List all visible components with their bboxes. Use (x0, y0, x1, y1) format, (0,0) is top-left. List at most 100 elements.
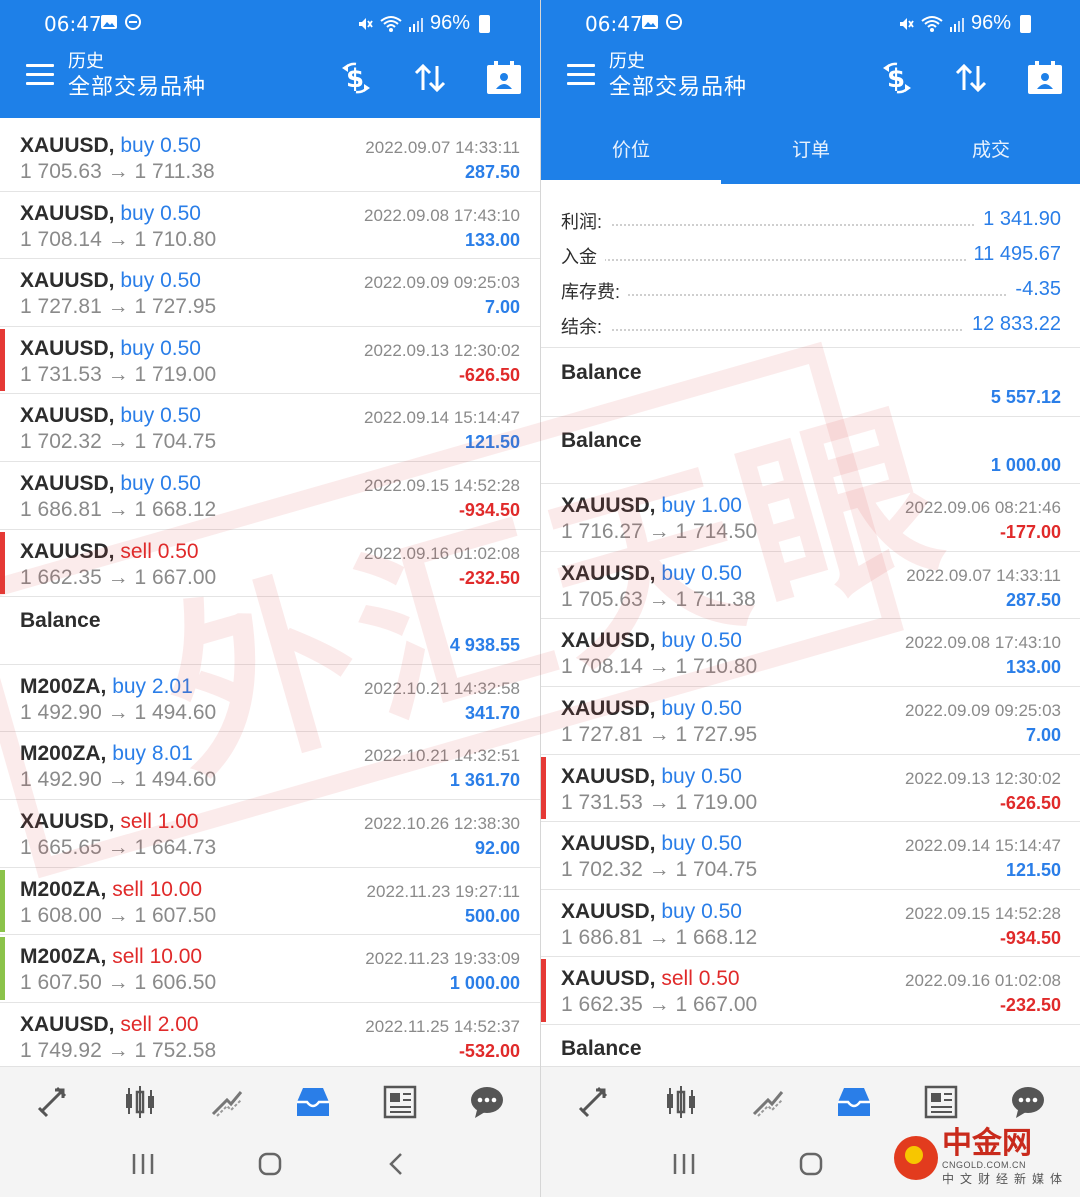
deal-row[interactable]: XAUUSD, sell 0.50 1 662.35 → 1 667.00 2022… (541, 957, 1080, 1025)
arrow-right-icon: → (107, 295, 129, 319)
deal-side: buy (120, 471, 155, 495)
deal-row[interactable]: M200ZA, buy 8.01 1 492.90 → 1 494.60 2022.… (0, 732, 540, 800)
logo-url: CNGOLD.COM.CN (941, 1160, 1026, 1170)
system-nav (0, 1136, 540, 1197)
nav-history-icon[interactable] (291, 1080, 335, 1124)
deal-close-price: 1 711.38 (134, 160, 215, 183)
deal-row[interactable]: XAUUSD, sell 0.50 1 662.35 → 1 667.00 2022… (0, 530, 540, 598)
header-title-box: 历史 全部交易品种 (68, 50, 206, 102)
deal-profit: -626.50 (999, 792, 1061, 813)
balance-row[interactable]: Balance 4 938.55 (0, 597, 540, 665)
summary-row-swap: 库存费: -4.35 (541, 268, 1080, 304)
deal-side: buy (120, 134, 155, 157)
deal-profit: -232.50 (999, 995, 1061, 1016)
nav-news-icon[interactable] (919, 1080, 963, 1124)
tab-positions[interactable]: 价位 (541, 118, 721, 184)
deal-profit: 1 000.00 (449, 973, 520, 994)
deal-close-price: 1 714.50 (675, 520, 758, 544)
recents-icon[interactable] (670, 1152, 698, 1181)
deal-open-price: 1 705.63 (20, 160, 102, 183)
dollar-swap-icon[interactable]: $ (877, 58, 917, 98)
deal-symbol: XAUUSD, (561, 629, 656, 653)
deal-row[interactable]: XAUUSD, buy 0.50 1 727.81 → 1 727.95 2022.… (0, 259, 540, 327)
deal-row[interactable]: XAUUSD, buy 0.50 1 686.81 → 1 668.12 2022.… (0, 462, 540, 530)
tab-deals[interactable]: 成交 (901, 118, 1080, 184)
nav-trade-icon[interactable] (205, 1080, 249, 1124)
deal-prices: 1 702.32 → 1 704.75 (20, 430, 216, 454)
deal-row[interactable]: XAUUSD, buy 0.50 1 705.63 → 1 711.38 2022.… (0, 124, 540, 192)
deal-row[interactable]: M200ZA, sell 10.00 1 607.50 → 1 606.50 202… (0, 935, 540, 1003)
cngold-logo: 中金网 CNGOLD.COM.CN 中文财经新媒体 (893, 1128, 1068, 1187)
mute-icon (899, 17, 914, 30)
deal-profit: 287.50 (464, 162, 520, 182)
deal-open-price: 1 702.32 (561, 858, 643, 882)
deal-row[interactable]: XAUUSD, buy 0.50 1 686.81 → 1 668.12 2022.… (541, 890, 1080, 958)
nav-chart-icon[interactable] (118, 1080, 162, 1124)
deal-row[interactable]: XAUUSD, buy 0.50 1 708.14 → 1 710.80 2022.… (541, 619, 1080, 687)
deal-row[interactable]: XAUUSD, sell 1.00 1 665.65 → 1 664.73 2022… (0, 800, 540, 868)
calendar-icon[interactable] (1025, 58, 1065, 98)
status-bar: 06:47 96% (541, 12, 1080, 38)
deal-row[interactable]: XAUUSD, buy 0.50 1 702.32 → 1 704.75 2022.… (0, 394, 540, 462)
nav-chart-icon[interactable] (659, 1080, 703, 1124)
arrow-right-icon: → (107, 362, 129, 386)
deal-symbol: XAUUSD, (20, 269, 115, 293)
deal-row[interactable]: XAUUSD, sell 2.00 1 749.92 → 1 752.58 2022… (0, 1003, 540, 1071)
nav-history-icon[interactable] (832, 1080, 876, 1124)
deal-row[interactable]: M200ZA, buy 2.01 1 492.90 → 1 494.60 2022.… (0, 665, 540, 733)
deal-row[interactable]: XAUUSD, buy 0.50 1 731.53 → 1 719.00 2022.… (541, 755, 1080, 823)
deal-row[interactable]: XAUUSD, buy 0.50 1 705.63 → 1 711.38 2022.… (541, 552, 1080, 620)
back-icon[interactable] (383, 1152, 411, 1181)
sort-icon[interactable] (410, 58, 450, 98)
balance-row[interactable]: Balance 5 557.12 (541, 349, 1080, 417)
deal-prices: 1 716.27 → 1 714.50 (561, 520, 757, 544)
dollar-swap-icon[interactable]: $ (336, 58, 376, 98)
nav-chat-icon[interactable] (465, 1080, 509, 1124)
deal-close-price: 1 704.75 (134, 430, 217, 454)
deal-symbol: XAUUSD, (20, 539, 115, 563)
home-icon[interactable] (256, 1152, 284, 1181)
deal-close-price: 1 607.50 (134, 903, 217, 927)
deal-symbol: XAUUSD, (561, 764, 656, 788)
status-time: 06:47 (44, 12, 102, 36)
recents-icon[interactable] (129, 1152, 157, 1181)
deal-marker (541, 959, 546, 1022)
deal-prices: 1 686.81 → 1 668.12 (561, 926, 757, 950)
deal-time: 2022.09.09 09:25:03 (364, 273, 520, 293)
calendar-icon[interactable] (484, 58, 524, 98)
deal-row[interactable]: M200ZA, sell 10.00 1 608.00 → 1 607.50 202… (0, 868, 540, 936)
nav-news-icon[interactable] (378, 1080, 422, 1124)
sort-icon[interactable] (951, 58, 991, 98)
deal-volume: 0.50 (701, 832, 742, 856)
home-icon[interactable] (797, 1152, 825, 1181)
deal-time: 2022.10.21 14:32:51 (364, 746, 520, 766)
deal-title: XAUUSD, buy 0.50 (20, 404, 201, 428)
deal-profit: 7.00 (1025, 724, 1061, 745)
nav-trade-icon[interactable] (746, 1080, 790, 1124)
tab-orders[interactable]: 订单 (721, 118, 901, 184)
deal-row[interactable]: XAUUSD, buy 0.50 1 702.32 → 1 704.75 2022.… (541, 822, 1080, 890)
nav-chat-icon[interactable] (1006, 1080, 1050, 1124)
deal-profit: 4 938.55 (449, 635, 520, 656)
deal-marker (0, 869, 5, 933)
status-right: 96% (356, 12, 490, 35)
balance-row[interactable]: Balance 1 000.00 (541, 417, 1080, 485)
menu-button[interactable] (26, 64, 54, 86)
header-title[interactable]: 全部交易品种 (68, 72, 206, 102)
deal-marker (0, 531, 5, 595)
nav-quotes-icon[interactable] (31, 1080, 75, 1124)
nav-quotes-icon[interactable] (572, 1080, 616, 1124)
deal-row[interactable]: XAUUSD, buy 0.50 1 708.14 → 1 710.80 2022.… (0, 192, 540, 260)
deal-symbol: XAUUSD, (20, 134, 115, 157)
deal-row[interactable]: XAUUSD, buy 1.00 1 716.27 → 1 714.50 2022.… (541, 484, 1080, 552)
deal-row[interactable]: XAUUSD, buy 0.50 1 731.53 → 1 719.00 2022.… (0, 327, 540, 395)
deal-time: 2022.11.23 19:27:11 (366, 881, 520, 901)
deal-time: 2022.11.25 14:52:37 (365, 1016, 520, 1036)
menu-button[interactable] (567, 64, 595, 86)
header-title[interactable]: 全部交易品种 (609, 72, 747, 102)
deal-side: buy (120, 404, 155, 428)
deal-row[interactable]: XAUUSD, buy 0.50 1 727.81 → 1 727.95 2022.… (541, 687, 1080, 755)
arrow-right-icon: → (648, 722, 670, 746)
summary-row-balance: 结余: 12 833.22 (541, 303, 1080, 339)
deal-time: 2022.09.07 14:33:11 (906, 565, 1061, 585)
